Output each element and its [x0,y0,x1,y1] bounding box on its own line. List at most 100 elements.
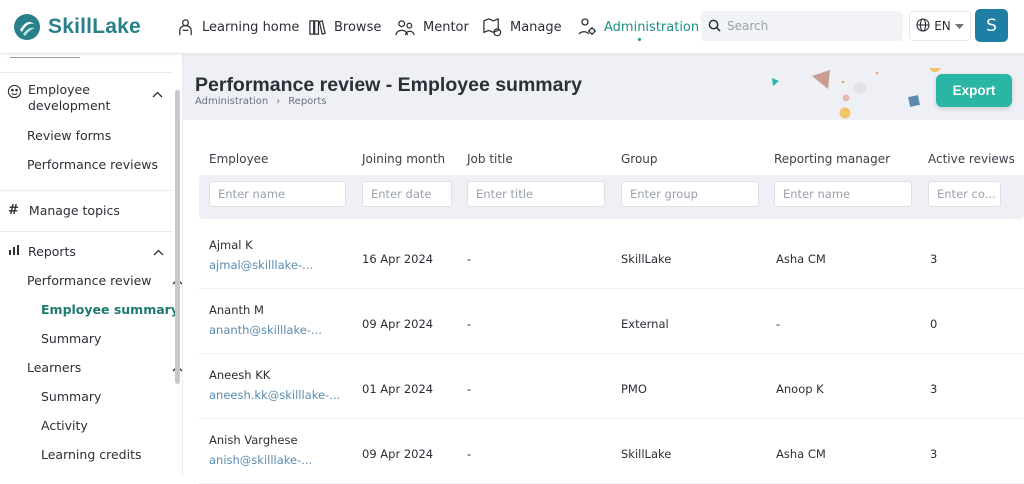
emoji-icon [7,84,22,102]
active-reviews-cell: 3 [930,382,938,396]
employee-name: Ananth M [209,303,264,317]
breadcrumb-administration[interactable]: Administration [195,96,268,107]
employee-email[interactable]: anish@skilllake-... [209,453,312,467]
col-header-reporting-manager: Reporting manager [774,152,891,166]
breadcrumb-reports: Reports [288,96,327,107]
sidebar-item-label: Learners [27,359,82,375]
filter-row [199,175,1024,219]
job-title-cell: - [467,382,472,396]
chevron-up-icon [153,244,164,259]
nav-browse[interactable]: Browse [308,0,381,54]
group-cell: External [621,317,669,331]
sidebar-item-performance-review[interactable]: Performance review [27,272,182,288]
nav-mentor-label: Mentor [423,19,469,35]
filter-active-reviews-input[interactable] [928,181,1001,207]
logo[interactable]: SkillLake [12,10,141,44]
caret-down-icon [954,19,964,33]
group-cell: PMO [621,382,647,396]
nav-manage[interactable]: Manage [482,0,562,54]
divider [0,72,172,73]
sidebar-item-activity[interactable]: Activity [41,417,182,433]
sidebar-item-review-forms[interactable]: Review forms [27,127,182,143]
sidebar-item-performance-reviews[interactable]: Performance reviews [27,156,182,172]
mentor-icon [395,18,416,37]
search-icon [708,17,721,36]
active-indicator [638,38,642,41]
language-code: EN [934,19,951,33]
job-title-cell: - [467,447,472,461]
col-header-group: Group [621,152,658,166]
col-header-joining-month: Joining month [362,152,446,166]
sidebar-item-learners[interactable]: Learners [27,359,182,375]
joining-month-cell: 09 Apr 2024 [362,317,434,331]
search-box[interactable] [701,11,903,41]
col-header-employee: Employee [209,152,269,166]
decorative-shapes [772,68,948,119]
filter-job-title-input[interactable] [467,181,605,207]
learner-icon [176,18,195,37]
sidebar: Employee development Review forms Perfor… [0,54,183,476]
employee-cell: Anish Varghese anish@skilllake-... [209,433,312,467]
sidebar-item-label: Manage topics [28,202,120,218]
reporting-manager-cell: Asha CM [776,252,826,266]
sidebar-item-label: Employee summary [41,301,179,317]
sidebar-item-label: Activity [41,417,88,433]
job-title-cell: - [467,252,472,266]
nav-mentor[interactable]: Mentor [395,0,469,54]
nav-learning-home-label: Learning home [202,19,300,35]
employee-name: Anish Varghese [209,433,298,447]
reporting-manager-cell: Anoop K [776,382,824,396]
search-input[interactable] [727,19,897,33]
col-header-active-reviews: Active reviews [928,152,1015,166]
nav-manage-label: Manage [510,19,562,35]
sidebar-item-reports[interactable]: Reports [8,243,180,259]
filter-group-input[interactable] [621,181,759,207]
nav-administration[interactable]: Administration [577,0,699,54]
sidebar-item-employee-summary[interactable]: Employee summary [41,301,182,317]
active-reviews-cell: 3 [930,252,938,266]
table-row[interactable]: Anish Varghese anish@skilllake-... 09 Ap… [199,419,1024,484]
nav-browse-label: Browse [334,19,382,35]
hash-icon: # [8,202,19,218]
sidebar-employee-development[interactable]: Employee development [7,82,179,116]
filter-joining-month-input[interactable] [362,181,452,207]
sidebar-item-label: Summary [41,330,102,346]
bar-chart-icon [8,244,20,259]
employee-cell: Ajmal K ajmal@skilllake-... [209,238,313,272]
employee-name: Aneesh KK [209,368,271,382]
employee-email[interactable]: ajmal@skilllake-... [209,258,313,272]
skilllake-logo-icon [14,14,40,40]
active-reviews-cell: 0 [930,317,938,331]
sidebar-item-learning-credits[interactable]: Learning credits [41,446,182,462]
sidebar-item-manage-topics[interactable]: # Manage topics [8,202,180,218]
breadcrumb: Administration › Reports [195,96,327,107]
employee-email[interactable]: aneesh.kk@skilllake-... [209,388,340,402]
table-row[interactable]: Ananth M ananth@skilllake-... 09 Apr 202… [199,289,1024,354]
filter-employee-input[interactable] [209,181,346,207]
admin-icon [577,17,597,37]
sidebar-scrollbar[interactable] [175,90,180,384]
employee-email[interactable]: ananth@skilllake-... [209,323,322,337]
books-icon [308,18,327,37]
page-title: Performance review - Employee summary [195,74,582,96]
employee-name: Ajmal K [209,238,253,252]
page-header-banner: Performance review - Employee summary Ad… [183,54,1024,120]
top-navigation-bar: SkillLake Learning home Browse Mentor Ma… [0,0,1024,54]
joining-month-cell: 09 Apr 2024 [362,447,434,461]
sidebar-item-label: Performance review [27,272,152,288]
sidebar-item-label: Performance reviews [27,156,159,172]
nav-learning-home[interactable]: Learning home [176,0,299,54]
main-content: Performance review - Employee summary Ad… [183,54,1024,484]
sidebar-item-label: Reports [28,243,76,259]
sidebar-item-pr-summary[interactable]: Summary [41,330,182,346]
employee-cell: Aneesh KK aneesh.kk@skilllake-... [209,368,340,402]
filter-reporting-manager-input[interactable] [774,181,912,207]
language-selector[interactable]: EN [909,11,971,41]
breadcrumb-separator-icon: › [276,96,281,107]
table-row[interactable]: Ajmal K ajmal@skilllake-... 16 Apr 2024 … [199,224,1024,289]
table-row[interactable]: Aneesh KK aneesh.kk@skilllake-... 01 Apr… [199,354,1024,419]
avatar[interactable]: S [975,9,1008,42]
export-button[interactable]: Export [936,74,1012,107]
sidebar-item-learners-summary[interactable]: Summary [41,388,182,404]
sidebar-item-label: Learning credits [41,446,142,462]
